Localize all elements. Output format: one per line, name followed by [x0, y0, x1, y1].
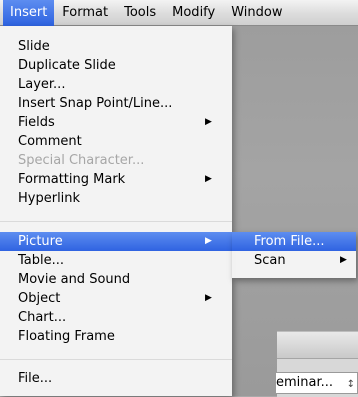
menubar-tools[interactable]: Tools [116, 0, 164, 26]
menubar-window[interactable]: Window [223, 0, 290, 26]
submenu-arrow-icon: ▶ [205, 117, 212, 127]
menu-item-picture-label: Picture [18, 234, 63, 249]
menu-item-formatting-mark-label: Formatting Mark [18, 172, 126, 187]
submenu-arrow-icon: ▶ [205, 174, 212, 184]
menubar: Insert Format Tools Modify Window [0, 0, 358, 26]
menu-item-chart[interactable]: Chart... [0, 308, 232, 327]
menu-item-duplicate-slide[interactable]: Duplicate Slide [0, 56, 232, 75]
menu-item-object[interactable]: Object ▶ [0, 289, 232, 308]
menubar-format[interactable]: Format [54, 0, 116, 26]
submenu-item-scan[interactable]: Scan ▶ [232, 251, 356, 270]
menu-item-slide[interactable]: Slide [0, 37, 232, 56]
menu-item-table[interactable]: Table... [0, 251, 232, 270]
menu-item-floating-frame[interactable]: Floating Frame [0, 327, 232, 346]
background-window-field[interactable]: eminar... ↕ [275, 372, 358, 394]
menu-separator [0, 359, 232, 360]
menu-item-fields[interactable]: Fields ▶ [0, 113, 232, 132]
submenu-item-from-file[interactable]: From File... [232, 232, 356, 251]
menubar-modify[interactable]: Modify [164, 0, 223, 26]
submenu-arrow-icon: ▶ [340, 255, 347, 265]
menubar-insert[interactable]: Insert [3, 0, 55, 26]
menu-item-hyperlink[interactable]: Hyperlink [0, 189, 232, 208]
menu-item-object-label: Object [18, 291, 61, 306]
menu-item-fields-label: Fields [18, 115, 55, 130]
menu-item-comment[interactable]: Comment [0, 132, 232, 151]
menu-separator [0, 221, 232, 222]
menu-item-insert-snap-point[interactable]: Insert Snap Point/Line... [0, 94, 232, 113]
submenu-arrow-icon: ▶ [205, 236, 212, 246]
background-window-titlebar [277, 332, 358, 359]
insert-menu: Slide Duplicate Slide Layer... Insert Sn… [0, 26, 232, 396]
menu-item-special-character: Special Character... [18, 153, 145, 168]
menu-item-formatting-mark[interactable]: Formatting Mark ▶ [0, 170, 232, 189]
picture-submenu: From File... Scan ▶ [232, 232, 356, 278]
stepper-icon[interactable]: ↕ [347, 375, 355, 393]
submenu-item-scan-label: Scan [254, 253, 286, 268]
menu-item-file[interactable]: File... [0, 369, 232, 388]
menu-item-picture[interactable]: Picture ▶ [0, 232, 232, 251]
background-window-field-text: eminar... [276, 375, 334, 390]
menu-item-movie-and-sound[interactable]: Movie and Sound [0, 270, 232, 289]
submenu-arrow-icon: ▶ [205, 293, 212, 303]
menu-item-layer[interactable]: Layer... [0, 75, 232, 94]
background-window: eminar... ↕ [275, 331, 358, 397]
